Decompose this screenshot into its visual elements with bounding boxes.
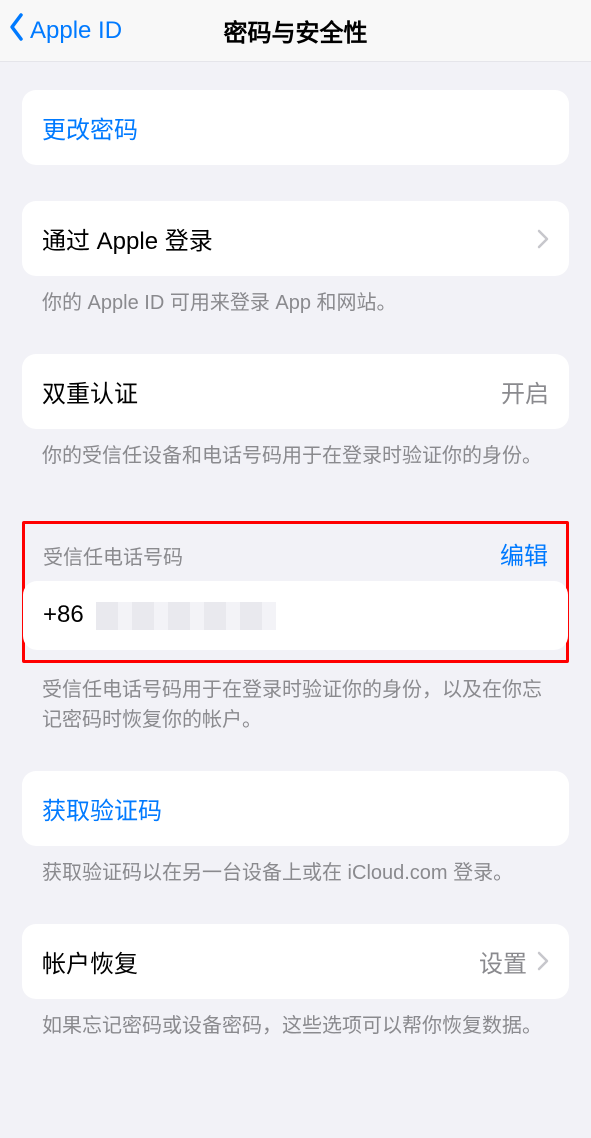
sign-in-apple-footer: 你的 Apple ID 可用来登录 App 和网站。 <box>22 276 569 318</box>
account-recovery-value: 设置 <box>479 944 549 979</box>
change-password-label: 更改密码 <box>42 110 138 145</box>
account-recovery-value-text: 设置 <box>479 944 527 979</box>
chevron-left-icon <box>8 12 26 49</box>
two-factor-value: 开启 <box>501 374 549 409</box>
trusted-phone-header-label: 受信任电话号码 <box>43 541 183 570</box>
get-code-cell[interactable]: 获取验证码 <box>22 771 569 846</box>
two-factor-cell[interactable]: 双重认证 开启 <box>22 354 569 429</box>
trusted-phone-prefix: +86 <box>43 601 84 628</box>
account-recovery-group: 帐户恢复 设置 <box>22 924 569 999</box>
two-factor-footer: 你的受信任设备和电话号码用于在登录时验证你的身份。 <box>22 429 569 471</box>
trusted-phone-cell[interactable]: +86 <box>23 581 568 650</box>
trusted-phone-footer: 受信任电话号码用于在登录时验证你的身份，以及在你忘记密码时恢复你的帐户。 <box>22 663 569 735</box>
sign-in-apple-cell[interactable]: 通过 Apple 登录 <box>22 201 569 276</box>
account-recovery-cell[interactable]: 帐户恢复 设置 <box>22 924 569 999</box>
two-factor-group: 双重认证 开启 <box>22 354 569 429</box>
account-recovery-label: 帐户恢复 <box>42 944 138 979</box>
trusted-phone-header: 受信任电话号码 编辑 <box>23 536 568 581</box>
trusted-phone-highlight: 受信任电话号码 编辑 +86 <box>22 521 569 663</box>
get-code-footer: 获取验证码以在另一台设备上或在 iCloud.com 登录。 <box>22 846 569 888</box>
sign-in-apple-group: 通过 Apple 登录 <box>22 201 569 276</box>
trusted-phone-number: +86 <box>43 601 276 630</box>
change-password-cell[interactable]: 更改密码 <box>22 90 569 165</box>
navigation-bar: Apple ID 密码与安全性 <box>0 0 591 62</box>
get-code-label: 获取验证码 <box>42 791 162 826</box>
account-recovery-footer: 如果忘记密码或设备密码，这些选项可以帮你恢复数据。 <box>22 999 569 1041</box>
sign-in-apple-label: 通过 Apple 登录 <box>42 221 213 256</box>
back-label: Apple ID <box>30 17 122 45</box>
chevron-right-icon <box>537 229 549 249</box>
edit-button[interactable]: 编辑 <box>500 536 548 571</box>
back-button[interactable]: Apple ID <box>8 12 122 49</box>
chevron-right-icon <box>537 951 549 971</box>
two-factor-label: 双重认证 <box>42 374 138 409</box>
redacted-phone-digits <box>96 602 276 630</box>
trusted-phone-group: +86 <box>23 581 568 650</box>
change-password-group: 更改密码 <box>22 90 569 165</box>
get-code-group: 获取验证码 <box>22 771 569 846</box>
